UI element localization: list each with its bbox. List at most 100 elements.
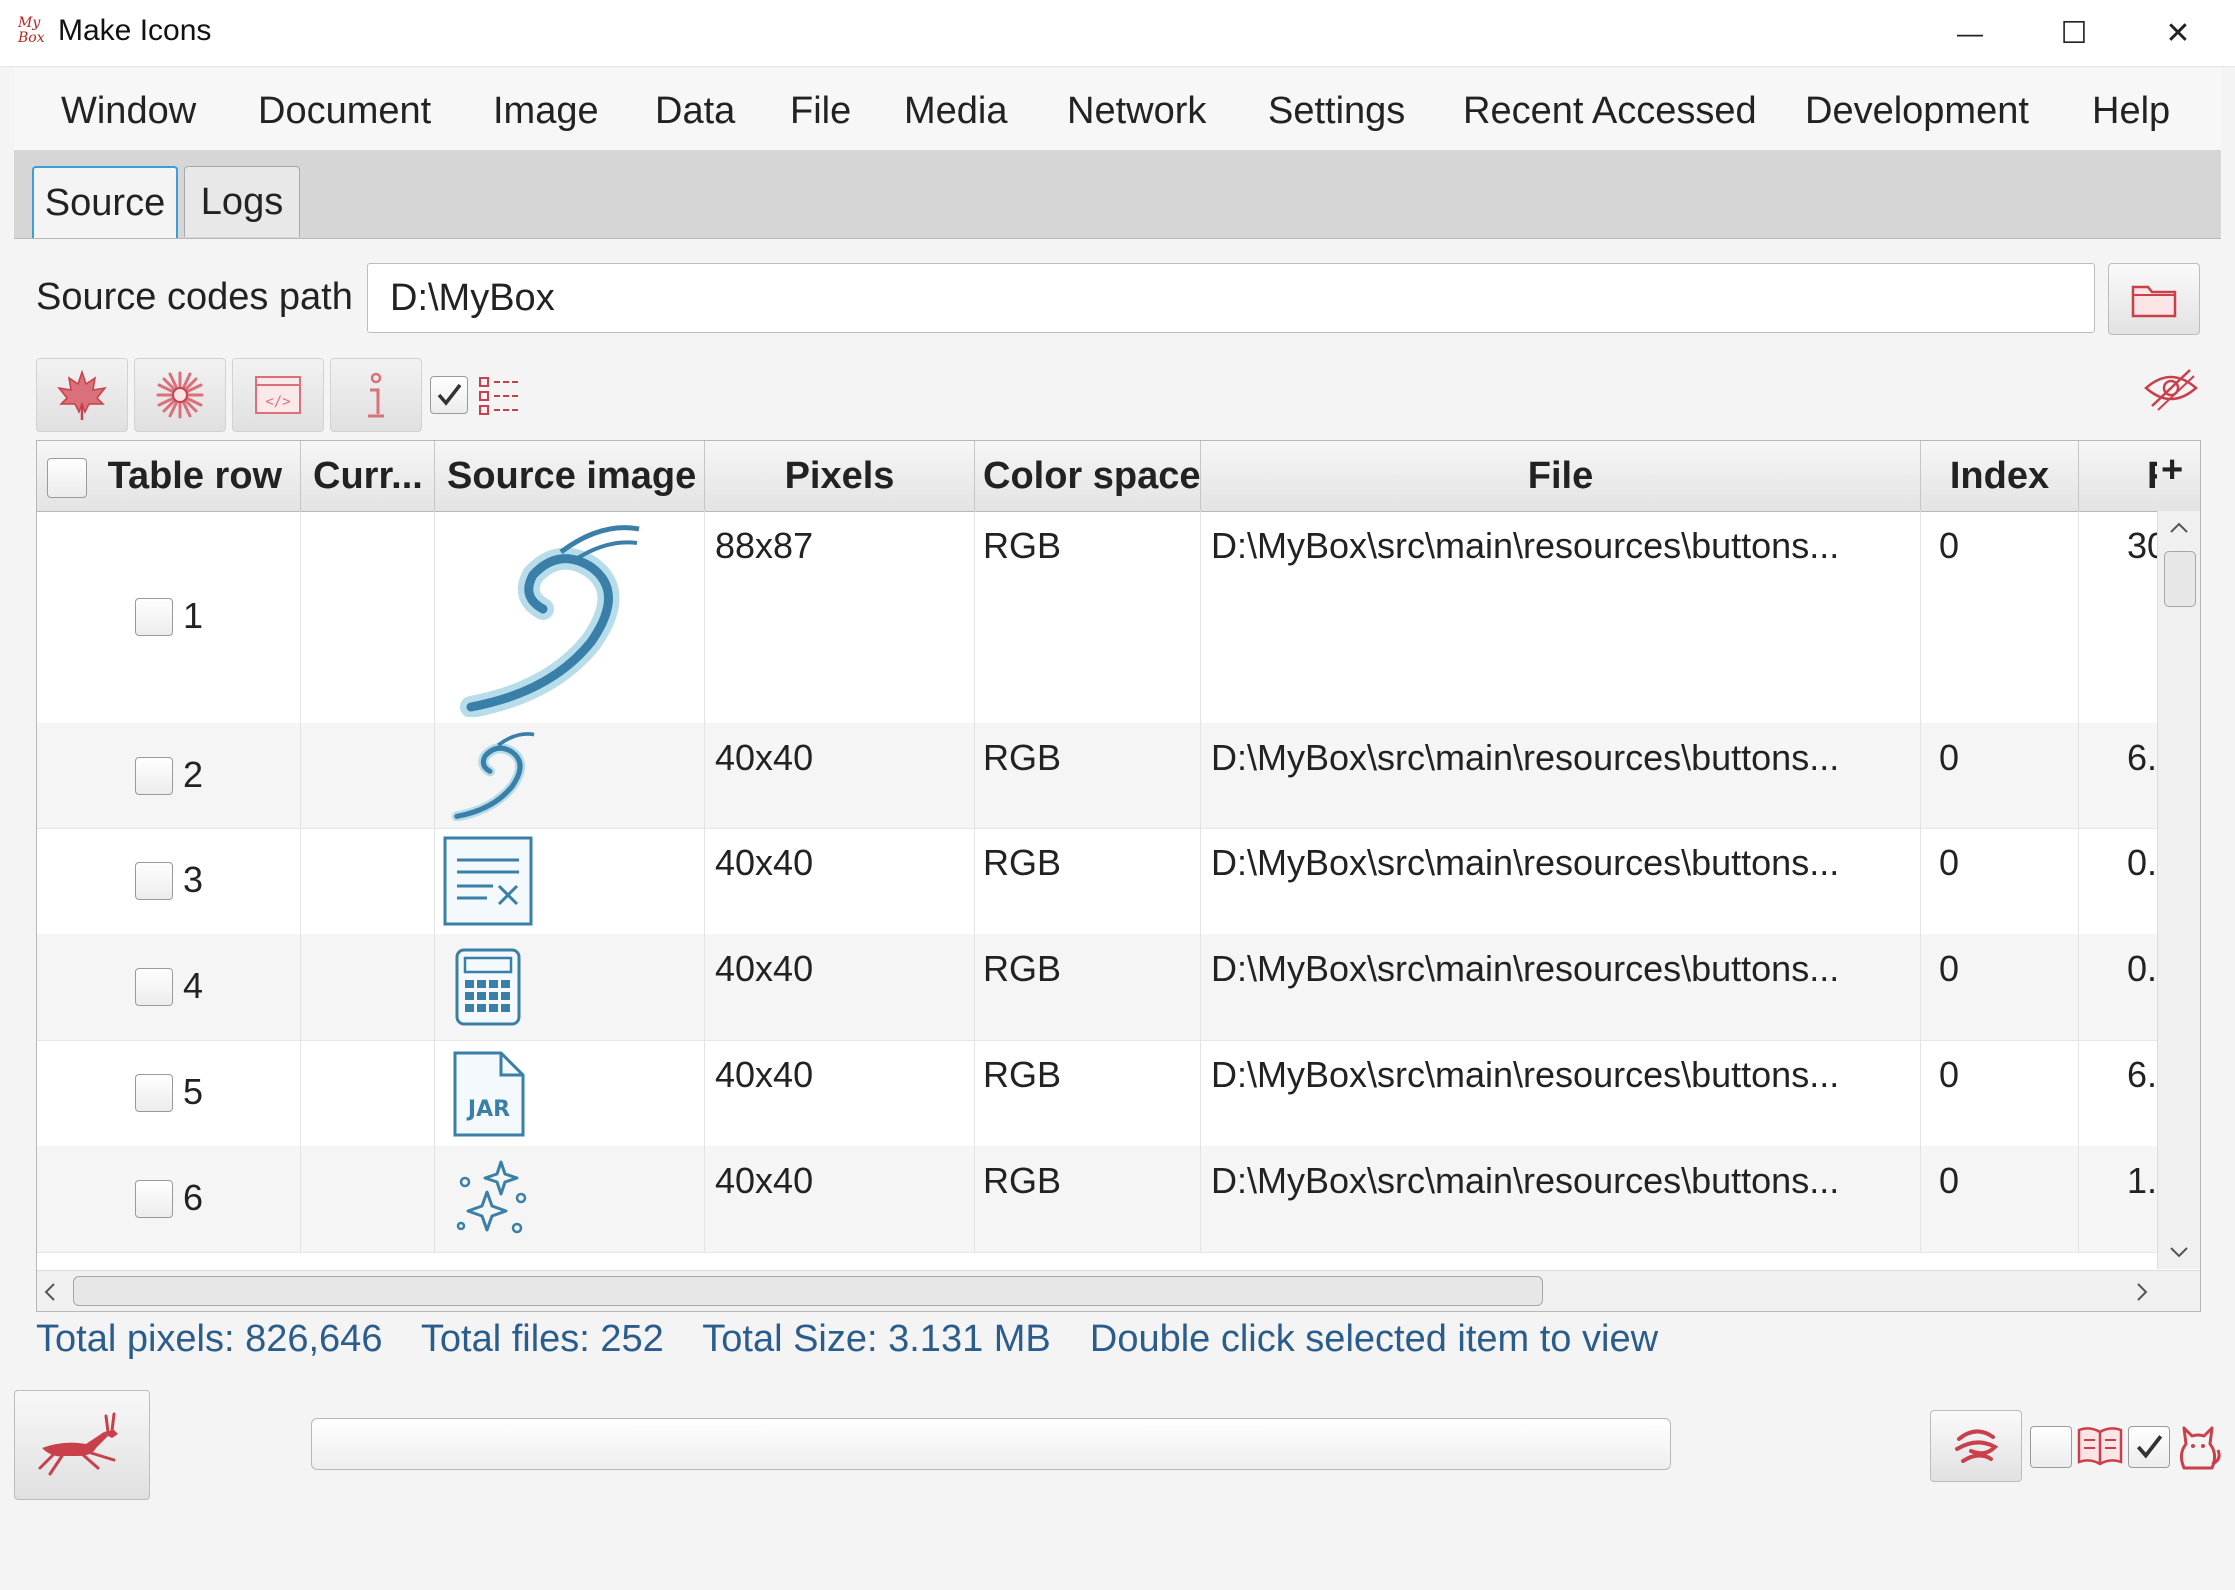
menu-development[interactable]: Development (1805, 90, 2029, 133)
minimize-icon: — (1957, 17, 1983, 48)
f-cell: 0.59 (2127, 842, 2157, 883)
row-number-cell: 6 (37, 1146, 301, 1252)
table-row[interactable]: 6 40x40 RGB D:\MyBox\src\main\resources\… (37, 1146, 2157, 1253)
source-image-cell (435, 511, 705, 723)
sparkles-icon (456, 1160, 527, 1234)
color-space-cell: RGB (975, 1040, 1201, 1146)
source-path-input[interactable] (367, 263, 2095, 333)
maximize-button[interactable]: ☐ (2022, 0, 2126, 66)
menu-window[interactable]: Window (61, 90, 196, 133)
add-column-button[interactable]: + (2161, 449, 2183, 492)
run-button[interactable] (14, 1390, 150, 1500)
color-space-cell: RGB (975, 1146, 1201, 1252)
tab-source[interactable]: Source (32, 166, 178, 238)
row-number: 1 (183, 595, 204, 636)
pixels-cell: 40x40 (705, 723, 975, 828)
row-number-cell: 2 (37, 723, 301, 828)
total-files: Total files: 252 (420, 1318, 664, 1360)
scroll-up-icon[interactable] (2168, 519, 2190, 535)
menu-network[interactable]: Network (1067, 90, 1206, 133)
code-window-button[interactable]: </> (232, 358, 324, 432)
checklist-icon (479, 377, 520, 415)
table-row[interactable]: 2 40x40 RGB D:\MyBox\src\main\resources\… (37, 723, 2157, 829)
column-header-table-row[interactable]: Table row (37, 441, 301, 511)
pop-window-checkbox[interactable] (2128, 1426, 2170, 1468)
tab-strip: Source Logs (14, 150, 2221, 239)
scroll-left-icon[interactable] (41, 1281, 57, 1303)
row-checkbox[interactable] (135, 1074, 173, 1112)
menu-recent-accessed[interactable]: Recent Accessed (1463, 90, 1757, 133)
checkmark-icon (2136, 1435, 2163, 1459)
file-cell: D:\MyBox\src\main\resources\buttons... (1201, 934, 1921, 1040)
menu-document[interactable]: Document (258, 90, 431, 133)
row-checkbox[interactable] (135, 1180, 173, 1218)
menu-file[interactable]: File (790, 90, 851, 133)
hide-eye-icon[interactable] (2142, 364, 2200, 412)
cat-icon (2179, 1426, 2221, 1470)
file-cell: D:\MyBox\src\main\resources\buttons... (1201, 1040, 1921, 1146)
current-cell (301, 723, 435, 828)
select-all-checkbox[interactable] (47, 457, 87, 498)
minimize-button[interactable]: — (1918, 0, 2022, 66)
column-header-pixels[interactable]: Pixels (705, 441, 975, 511)
checkmark-icon (437, 383, 462, 406)
column-header-f[interactable]: F (2079, 441, 2157, 511)
select-mode-checkbox[interactable] (430, 376, 468, 414)
row-number: 5 (183, 1071, 204, 1112)
swirl-button[interactable] (1930, 1410, 2022, 1482)
folder-icon (2131, 285, 2177, 318)
maple-leaf-button[interactable] (36, 358, 128, 432)
menu-media[interactable]: Media (904, 90, 1008, 133)
close-button[interactable]: ✕ (2126, 0, 2230, 66)
horizontal-scrollbar[interactable] (37, 1270, 2200, 1311)
calculator-icon (455, 948, 521, 1026)
pixels-cell: 40x40 (705, 828, 975, 934)
table-row[interactable]: 5 JAR 40x40 RGB D:\MyBox\src\main\resour… (37, 1040, 2157, 1147)
f-cell: 0.85 (2127, 948, 2157, 989)
info-button[interactable] (330, 358, 422, 432)
svg-text:</>: </> (265, 394, 290, 410)
column-header-current[interactable]: Curr... (301, 441, 435, 511)
index-cell: 0 (1921, 1040, 2079, 1146)
select-folder-button[interactable] (2108, 263, 2200, 335)
column-header-color-space[interactable]: Color space (975, 441, 1201, 511)
menu-settings[interactable]: Settings (1268, 90, 1405, 133)
row-number-cell: 1 (37, 511, 301, 723)
table-row[interactable]: 1 88x87 RGB D:\MyBox\src\main\resources\… (37, 511, 2157, 724)
source-image-cell (435, 828, 705, 934)
f-cell: 30.0 (2127, 525, 2157, 566)
color-space-cell: RGB (975, 511, 1201, 723)
flower-button[interactable] (134, 358, 226, 432)
table-row[interactable] (37, 1252, 2157, 1271)
vertical-scrollbar[interactable] (2157, 511, 2200, 1269)
column-header-file[interactable]: File (1201, 441, 1921, 511)
icons-table[interactable]: Table row Curr... Source image Pixels Co… (36, 440, 2201, 1312)
menu-bar: Window Document Image Data File Media Ne… (14, 68, 2221, 151)
file-cell: D:\MyBox\src\main\resources\buttons... (1201, 1146, 1921, 1252)
source-image-cell (435, 723, 705, 828)
index-cell: 0 (1921, 1146, 2079, 1252)
tab-logs[interactable]: Logs (184, 166, 300, 237)
table-row[interactable]: 3 40x40 RGB D:\MyBox\src\main\resources\… (37, 828, 2157, 935)
column-header-index[interactable]: Index (1921, 441, 2079, 511)
scroll-right-icon[interactable] (2135, 1281, 2151, 1303)
row-checkbox[interactable] (135, 757, 173, 795)
source-image-cell (435, 934, 705, 1040)
menu-data[interactable]: Data (655, 90, 735, 133)
row-number: 2 (183, 754, 204, 795)
scroll-down-icon[interactable] (2168, 1245, 2190, 1261)
row-checkbox[interactable] (135, 598, 173, 636)
svg-text:JAR: JAR (466, 1097, 510, 1122)
horizontal-scroll-thumb[interactable] (73, 1276, 1543, 1306)
maple-leaf-icon (57, 369, 107, 420)
table-row[interactable]: 4 40x40 RGB D:\MyBox\src\main\resources\… (37, 934, 2157, 1041)
show-docs-checkbox[interactable] (2030, 1426, 2072, 1468)
row-checkbox[interactable] (135, 862, 173, 900)
menu-help[interactable]: Help (2092, 90, 2170, 133)
f-cell: 1.65 (2127, 1160, 2157, 1201)
row-checkbox[interactable] (135, 968, 173, 1006)
menu-image[interactable]: Image (493, 90, 599, 133)
column-header-source-image[interactable]: Source image (435, 441, 705, 511)
row-number: 4 (183, 965, 204, 1006)
vertical-scroll-thumb[interactable] (2164, 551, 2196, 607)
